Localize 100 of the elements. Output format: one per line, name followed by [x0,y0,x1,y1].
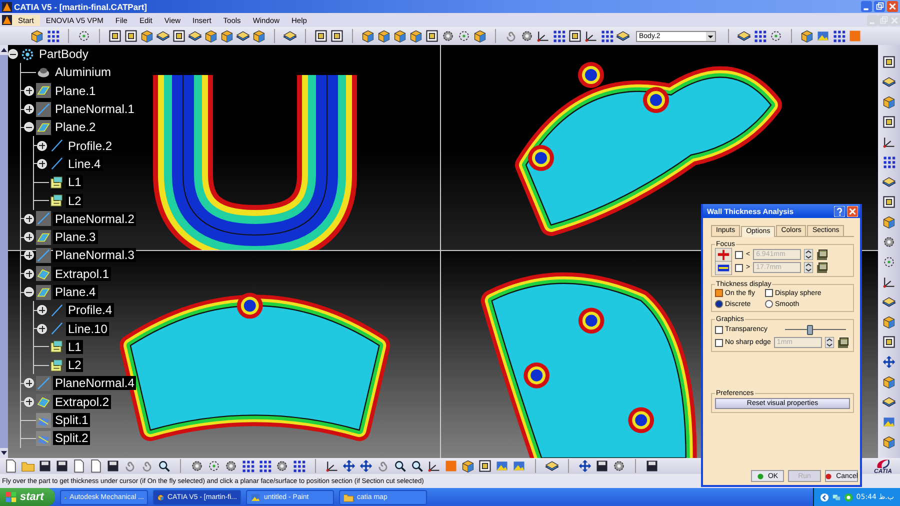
gear-icon[interactable] [882,235,896,249]
target-icon[interactable] [77,29,91,43]
cube-icon[interactable] [882,215,896,229]
sheet-icon[interactable] [616,29,630,43]
axis-icon[interactable] [882,135,896,149]
tree-item[interactable]: Split.1 [53,413,90,428]
tree-item[interactable]: PartBody [37,47,90,62]
sheet-icon[interactable] [283,29,297,43]
network-icon[interactable] [832,492,842,502]
close-icon[interactable] [847,206,858,216]
frame-icon[interactable] [330,29,344,43]
move-arrows-icon[interactable] [578,459,592,473]
cube-icon[interactable] [252,29,266,43]
cube-icon[interactable] [882,95,896,109]
tree-item[interactable]: L1 [66,340,84,354]
frame-icon[interactable] [425,29,439,43]
app-logo-icon[interactable] [2,15,12,25]
sheet-icon[interactable] [737,29,751,43]
frame-icon[interactable] [478,459,492,473]
gear-icon[interactable] [224,459,238,473]
magnifier-icon[interactable] [410,459,424,473]
restore-icon[interactable] [874,1,885,12]
move-arrows-icon[interactable] [342,459,356,473]
cube-icon[interactable] [800,29,814,43]
tree-item[interactable]: L2 [66,358,84,372]
tree-item[interactable]: Plane.1 [53,84,98,98]
tree-item[interactable]: Profile.2 [66,138,114,153]
target-icon[interactable] [882,255,896,269]
frame-icon[interactable] [882,115,896,129]
move-arrows-icon[interactable] [359,459,373,473]
axis-icon[interactable] [325,459,339,473]
status-icon[interactable] [844,492,854,502]
band-marker-icon[interactable] [715,260,732,274]
tree-item[interactable]: Profile.4 [66,303,114,318]
checkbox[interactable] [715,289,723,297]
gear-icon[interactable] [275,459,289,473]
chevron-icon[interactable] [820,492,830,502]
cube-icon[interactable] [140,29,154,43]
sheet-icon[interactable] [545,459,559,473]
tree-item[interactable]: PlaneNormal.2 [53,212,136,226]
radio-button[interactable] [765,300,773,308]
cube-icon[interactable] [461,459,475,473]
sheet-icon[interactable] [882,175,896,189]
tree-item[interactable]: Split.2 [53,431,90,446]
sheet-icon[interactable] [882,395,896,409]
cube-icon[interactable] [409,29,423,43]
caret-icon[interactable] [706,32,715,40]
tree-item[interactable]: Extrapol.1 [53,266,112,281]
frame-icon[interactable] [882,335,896,349]
tree-item[interactable]: PlaneNormal.3 [53,248,136,262]
frame-icon[interactable] [314,29,328,43]
gear-icon[interactable] [190,459,204,473]
tree-item[interactable]: Line.10 [66,322,110,336]
tree-item[interactable]: Line.4 [66,156,103,171]
grid-icon[interactable] [753,29,767,43]
tree-item[interactable]: L2 [66,194,84,208]
target-icon[interactable] [769,29,783,43]
slider-thumb[interactable] [807,325,814,335]
target-icon[interactable] [457,29,471,43]
checkbox[interactable] [715,326,723,334]
frame-icon[interactable] [172,29,186,43]
help-icon[interactable] [834,206,845,216]
cube-icon[interactable] [473,29,487,43]
grid-icon[interactable] [552,29,566,43]
checkbox[interactable] [765,289,773,297]
magnifier-icon[interactable] [157,459,171,473]
frame-icon[interactable] [568,29,582,43]
axis-icon[interactable] [882,275,896,289]
radio-button[interactable] [715,300,723,308]
frame-icon[interactable] [108,29,122,43]
cube-icon[interactable] [361,29,375,43]
cube-icon[interactable] [882,435,896,449]
gear-stack-icon[interactable] [816,262,828,274]
cube-icon[interactable] [377,29,391,43]
move-arrows-icon[interactable] [882,355,896,369]
target-icon[interactable] [207,459,221,473]
paint-icon[interactable] [882,415,896,429]
tree-item[interactable]: PlaneNormal.4 [53,376,136,390]
scroll-up-icon[interactable] [0,45,8,55]
magnifier-icon[interactable] [393,459,407,473]
gear-icon[interactable] [612,459,626,473]
grid-icon[interactable] [600,29,614,43]
frame-icon[interactable] [882,195,896,209]
grid-icon[interactable] [258,459,272,473]
sheet-icon[interactable] [188,29,202,43]
frame-icon[interactable] [882,55,896,69]
cube-icon[interactable] [882,375,896,389]
cross-marker-icon[interactable] [715,248,732,262]
sheet-icon[interactable] [882,75,896,89]
sheet-icon[interactable] [156,29,170,43]
gear-icon[interactable] [520,29,534,43]
tree-item[interactable]: Plane.4 [53,285,98,299]
grid-icon[interactable] [832,29,846,43]
tree-item[interactable]: PlaneNormal.1 [53,102,136,116]
frame-icon[interactable] [124,29,138,43]
gear-icon[interactable] [441,29,455,43]
spinner-icon[interactable] [824,337,834,348]
gear-stack-icon[interactable] [816,248,828,260]
axis-icon[interactable] [427,459,441,473]
tree-item[interactable]: L1 [66,175,84,190]
